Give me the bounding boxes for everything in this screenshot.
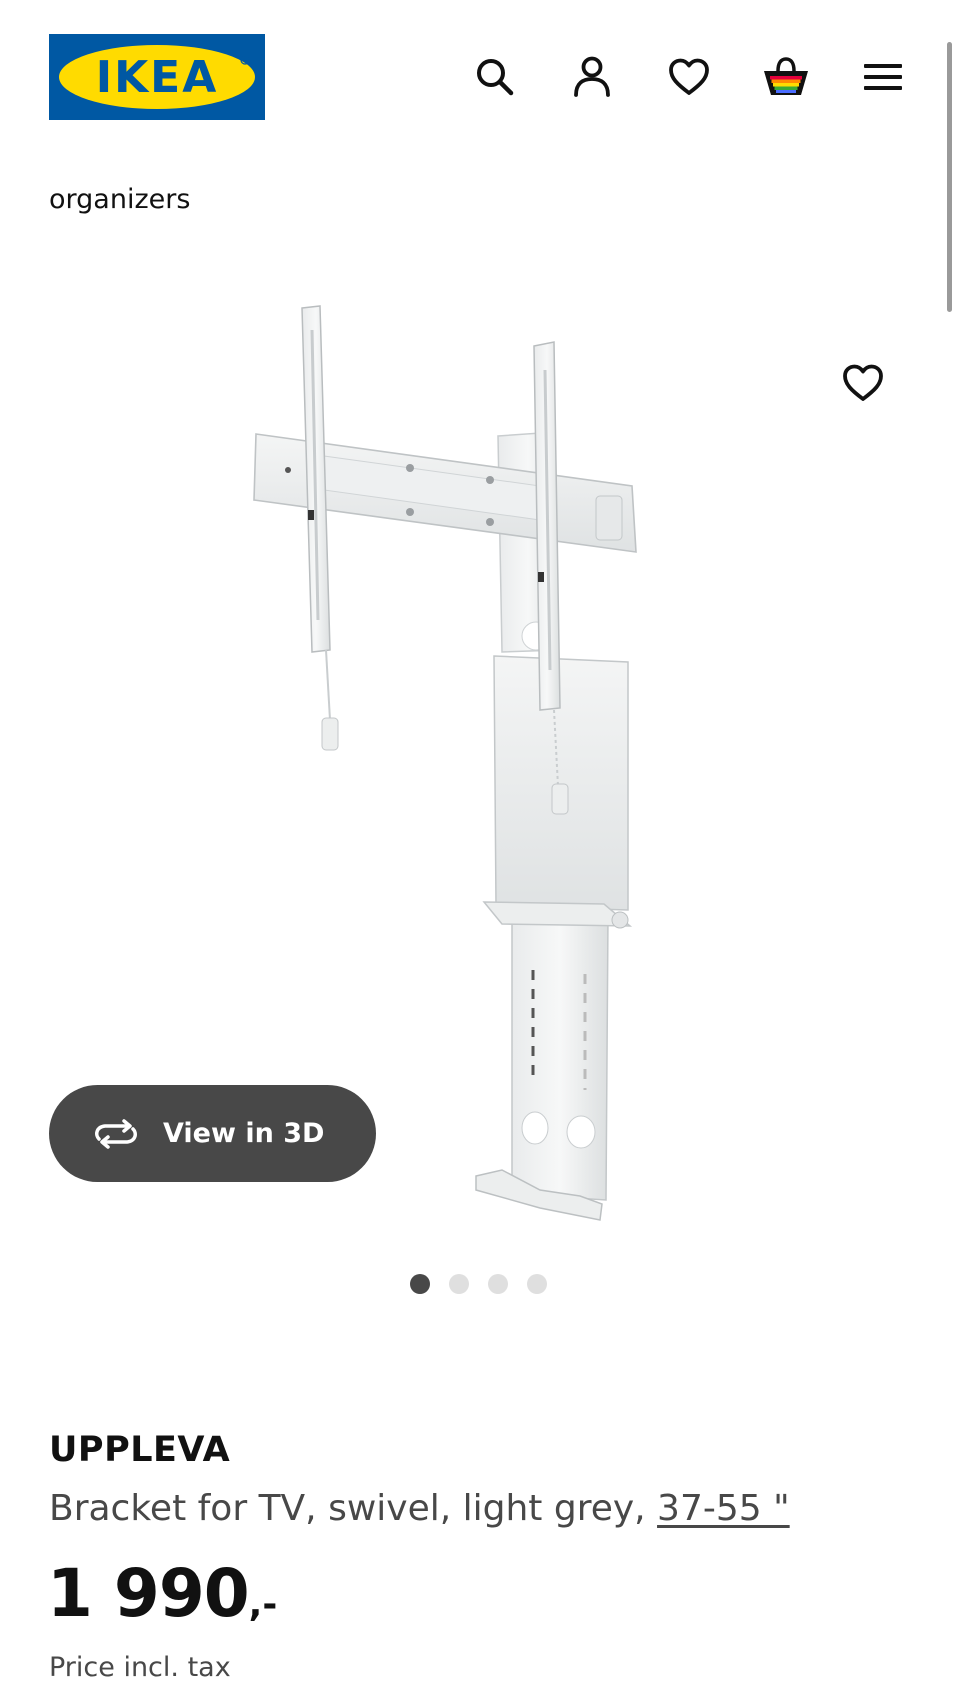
page-scrollbar[interactable] <box>947 42 952 312</box>
shopping-bag-button[interactable] <box>761 52 811 102</box>
view-in-3d-label: View in 3D <box>163 1118 325 1149</box>
price-note: Price incl. tax <box>49 1652 231 1683</box>
product-description-text: Bracket for TV, swivel, light grey, <box>49 1488 658 1529</box>
image-wishlist-button[interactable] <box>835 355 891 411</box>
wishlist-button[interactable] <box>664 52 714 102</box>
profile-icon <box>574 56 610 97</box>
search-icon <box>477 59 514 96</box>
profile-button[interactable] <box>567 52 617 102</box>
site-header: IKEA <box>0 0 960 160</box>
heart-icon <box>843 364 883 401</box>
hamburger-menu-icon <box>864 64 902 90</box>
heart-icon <box>669 58 709 95</box>
menu-button[interactable] <box>858 52 908 102</box>
price-integer: 1 990 <box>47 1555 250 1632</box>
product-name: UPPLEVA <box>49 1430 231 1470</box>
breadcrumb[interactable]: organizers <box>49 184 190 215</box>
product-description: Bracket for TV, swivel, light grey, 37-5… <box>49 1488 790 1529</box>
logo-text: IKEA <box>96 52 219 103</box>
breadcrumb-current[interactable]: organizers <box>49 184 190 215</box>
search-button[interactable] <box>470 52 520 102</box>
view-in-3d-button[interactable]: View in 3D <box>49 1085 376 1182</box>
price-suffix: ,- <box>248 1584 278 1625</box>
carousel-dot-4[interactable] <box>527 1274 547 1294</box>
size-link[interactable]: 37-55 " <box>657 1488 790 1529</box>
ikea-logo[interactable]: IKEA <box>49 34 265 120</box>
image-carousel-dots <box>410 1274 547 1296</box>
carousel-dot-1[interactable] <box>410 1274 430 1294</box>
shopping-bag-icon <box>764 57 808 95</box>
product-price: 1 990 ,- <box>47 1555 277 1632</box>
carousel-dot-3[interactable] <box>488 1274 508 1294</box>
rotate-3d-icon <box>95 1118 137 1149</box>
carousel-dot-2[interactable] <box>449 1274 469 1294</box>
